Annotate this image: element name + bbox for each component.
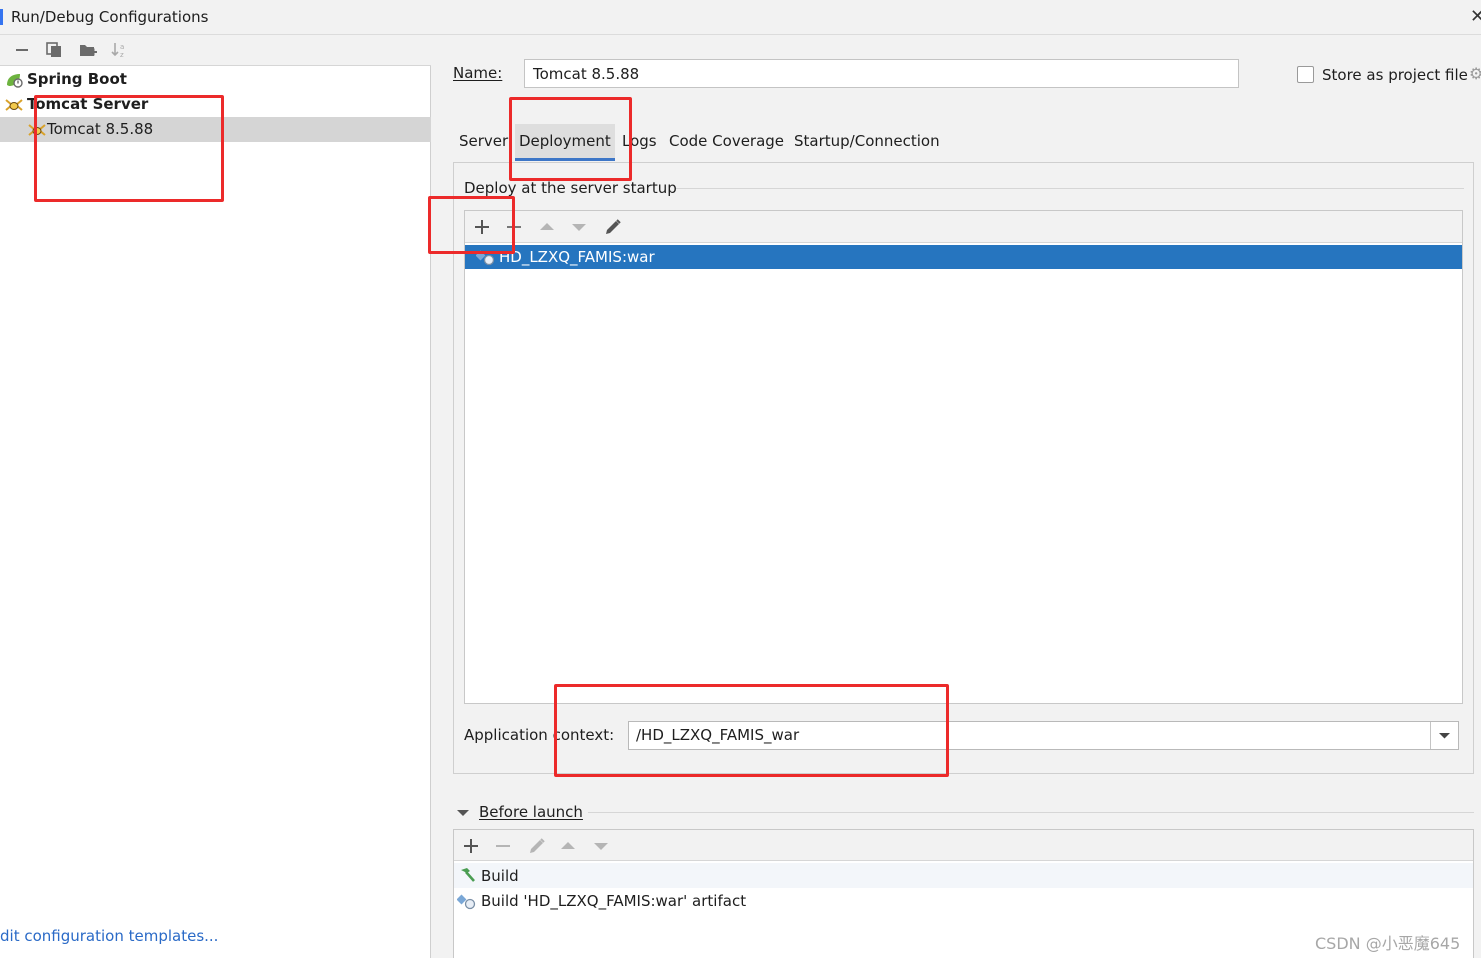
before-launch-item-label[interactable]: Build 'HD_LZXQ_FAMIS:war' artifact: [481, 892, 746, 910]
edit-configuration-templates-link[interactable]: dit configuration templates...: [0, 927, 218, 945]
remove-icon[interactable]: [494, 837, 512, 855]
tomcat-icon: [4, 96, 24, 114]
move-up-icon[interactable]: [538, 218, 556, 236]
close-icon[interactable]: ✕: [1470, 6, 1481, 27]
spring-boot-icon: [4, 71, 24, 89]
annotation-box-tree: [34, 95, 224, 202]
hammer-icon: [457, 866, 477, 884]
before-launch-item-label: Build: [481, 867, 519, 885]
tab-code-coverage[interactable]: Code Coverage: [669, 132, 784, 150]
tree-item-label: Spring Boot: [27, 70, 127, 88]
edit-icon[interactable]: [527, 836, 547, 856]
before-launch-item-build[interactable]: [454, 863, 1473, 888]
svg-text:z: z: [120, 51, 124, 59]
legend-divider: [676, 188, 1464, 189]
chevron-down-icon[interactable]: [1431, 722, 1458, 749]
move-up-icon[interactable]: [559, 837, 577, 855]
deployment-list[interactable]: [464, 210, 1463, 704]
remove-configuration-icon[interactable]: [13, 41, 31, 59]
copy-configuration-icon[interactable]: [45, 41, 63, 59]
window-accent: [0, 9, 3, 25]
edit-icon[interactable]: [603, 217, 623, 237]
tree-item-spring-boot[interactable]: Spring Boot: [0, 67, 431, 92]
sort-configurations-icon[interactable]: az: [110, 41, 128, 59]
annotation-box-add-button: [428, 196, 515, 254]
tab-startup-connection[interactable]: Startup/Connection: [794, 132, 940, 150]
deployment-item-label: HD_LZXQ_FAMIS:war: [499, 248, 655, 266]
annotation-box-deployment-tab: [509, 97, 632, 181]
before-launch-legend[interactable]: Before launch: [479, 803, 583, 821]
collapse-chevron-icon[interactable]: [456, 806, 470, 820]
move-down-icon[interactable]: [592, 837, 610, 855]
name-label: Name:: [453, 64, 503, 82]
move-into-folder-icon[interactable]: [78, 41, 97, 59]
title-bar: [0, 0, 1481, 35]
window-title: Run/Debug Configurations: [11, 8, 209, 26]
move-down-icon[interactable]: [570, 218, 588, 236]
store-as-project-file-label[interactable]: Store as project file: [1322, 66, 1468, 84]
tab-server[interactable]: Server: [459, 132, 508, 150]
gear-icon[interactable]: ⚙: [1469, 64, 1481, 83]
deploy-at-startup-legend: Deploy at the server startup: [464, 179, 677, 197]
watermark: CSDN @小恶魔645: [1315, 934, 1461, 953]
legend-divider: [588, 812, 1474, 813]
sidebar-toolbar: [0, 35, 431, 66]
annotation-box-application-context: [554, 684, 949, 777]
store-as-project-file-checkbox[interactable]: [1297, 66, 1314, 83]
name-input[interactable]: Tomcat 8.5.88: [524, 59, 1239, 88]
artifact-icon: [457, 892, 477, 910]
svg-text:a: a: [120, 43, 124, 51]
add-icon[interactable]: [462, 837, 480, 855]
